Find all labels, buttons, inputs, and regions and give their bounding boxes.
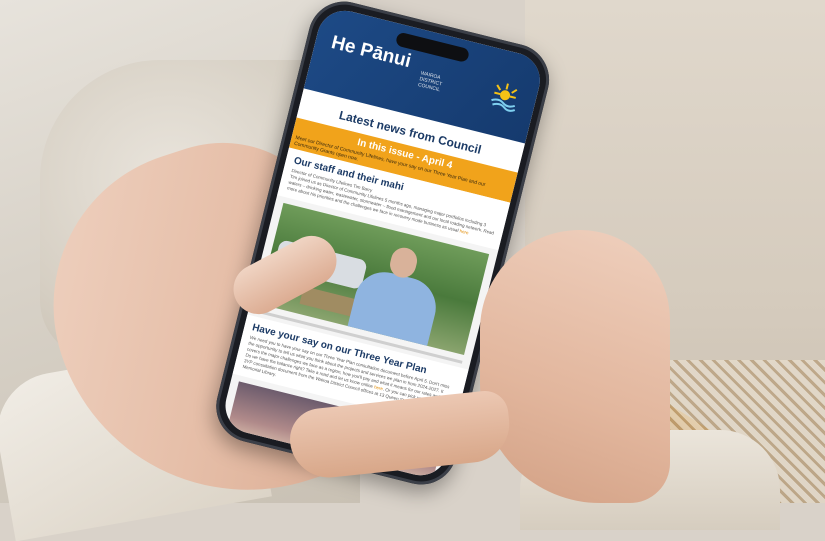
- masthead-subtitle: WAIROA DISTRICT COUNCIL: [417, 70, 443, 94]
- staff-read-more-link[interactable]: here: [459, 228, 469, 235]
- photo-scene: He Pānui WAIROA DISTRICT COUNCIL Latest …: [0, 0, 825, 541]
- sun-logo-icon: [491, 83, 518, 112]
- right-hand: [480, 230, 670, 503]
